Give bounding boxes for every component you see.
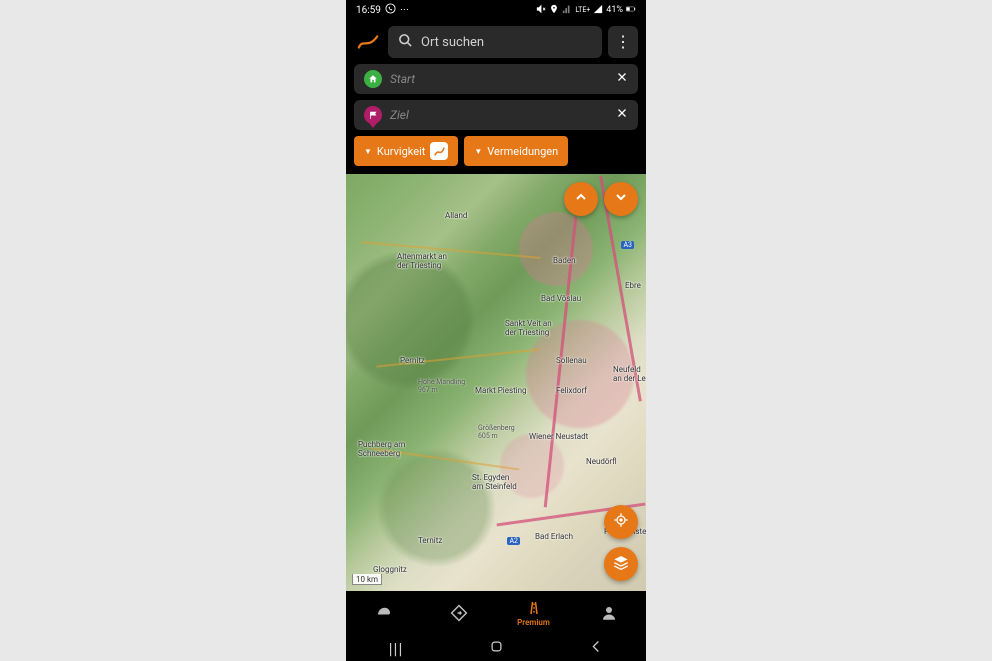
avoidances-label: Vermeidungen [487, 145, 558, 158]
map-city-label: Ebre [625, 282, 641, 291]
map-road [361, 241, 540, 259]
filter-row: ▼ Kurvigkeit ▼ Vermeidungen [346, 136, 646, 174]
user-icon [600, 604, 618, 622]
map-city-label: Alland [445, 212, 467, 221]
back-icon [589, 639, 604, 658]
curviness-dropdown[interactable]: ▼ Kurvigkeit [354, 136, 458, 166]
map-city-label: Wiener Neustadt [529, 433, 588, 442]
app-logo[interactable] [354, 27, 382, 57]
map-city-label: Bad Vöslau [541, 295, 581, 304]
collapse-up-button[interactable] [564, 182, 598, 216]
search-icon [398, 33, 413, 52]
destination-placeholder: Ziel [390, 108, 608, 122]
chevron-down-icon [613, 189, 629, 209]
flag-pin-icon [364, 106, 382, 124]
whatsapp-icon [385, 3, 396, 17]
road-icon [525, 599, 543, 617]
curviness-label: Kurvigkeit [377, 145, 425, 158]
start-placeholder: Start [390, 72, 608, 86]
search-placeholder: Ort suchen [421, 35, 484, 50]
map-city-label: Felixdorf [556, 387, 587, 396]
highway-badge: A2 [507, 537, 520, 545]
map-city-label: Neudörfl [586, 458, 617, 467]
bottom-tab-bar: Premium [346, 591, 646, 635]
map-city-label: Markt Piesting [475, 387, 527, 396]
map-city-label: Altenmarkt ander Triesting [397, 253, 447, 271]
map-city-label: Ternitz [418, 537, 442, 546]
mute-icon [536, 4, 546, 17]
map-city-label: St. Egydenam Steinfeld [472, 474, 517, 492]
top-toolbar: Ort suchen ⋮ [346, 20, 646, 64]
map-scale: 10 km [352, 574, 382, 585]
map-city-label: Neufeldan der Le [613, 366, 646, 384]
tab-premium-label: Premium [517, 618, 550, 627]
tab-navigate[interactable] [421, 604, 496, 622]
crosshair-icon [613, 512, 629, 532]
android-home-button[interactable] [487, 639, 505, 657]
map-layers-button[interactable] [604, 547, 638, 581]
battery-text: 41% [606, 5, 623, 15]
more-menu-button[interactable]: ⋮ [608, 26, 638, 58]
directions-icon [450, 604, 468, 622]
map-mountain-label: Größenberg605 m [478, 424, 515, 440]
destination-input-row[interactable]: Ziel [354, 100, 638, 130]
home-icon [364, 70, 382, 88]
map-city-label: Sollenau [556, 357, 587, 366]
map-canvas[interactable]: Alland Altenmarkt ander Triesting Baden Bad… [346, 174, 646, 591]
layers-icon [613, 554, 629, 574]
network-label: LTE+ [575, 6, 590, 14]
start-input-row[interactable]: Start [354, 64, 638, 94]
search-input[interactable]: Ort suchen [388, 26, 602, 58]
map-city-label: Sankt Veit ander Triesting [505, 320, 552, 338]
phone-frame: 16:59 ⋯ LTE+ 41% [346, 0, 646, 661]
status-time: 16:59 [356, 5, 381, 16]
recent-icon: ||| [389, 639, 404, 658]
home-outline-icon [489, 639, 504, 658]
caret-down-icon: ▼ [364, 147, 372, 156]
android-recent-button[interactable]: ||| [387, 639, 405, 657]
highway-badge: A3 [621, 241, 634, 249]
battery-icon [626, 4, 636, 17]
map-city-label: Baden [553, 257, 576, 266]
tab-premium[interactable]: Premium [496, 599, 571, 627]
clear-start-button[interactable] [616, 71, 628, 87]
helmet-icon [375, 604, 393, 622]
waypoint-panel: Start Ziel [346, 64, 646, 136]
map-city-label: Bad Erlach [535, 533, 573, 542]
map-mountain-label: Hohe Mandling967 m [418, 378, 465, 394]
locate-me-button[interactable] [604, 505, 638, 539]
location-icon [549, 4, 559, 17]
clear-destination-button[interactable] [616, 107, 628, 123]
android-status-bar: 16:59 ⋯ LTE+ 41% [346, 0, 646, 20]
map-city-label: Puchberg amSchneeberg [358, 441, 405, 459]
avoidances-dropdown[interactable]: ▼ Vermeidungen [464, 136, 568, 166]
android-back-button[interactable] [587, 639, 605, 657]
signal-icon [562, 4, 572, 17]
signal-icon-2 [593, 4, 603, 17]
ellipsis-icon: ⋯ [400, 5, 409, 15]
tab-ride[interactable] [346, 604, 421, 622]
map-city-label: Pernitz [400, 357, 425, 366]
curviness-preset-icon [430, 142, 448, 160]
caret-down-icon: ▼ [474, 147, 482, 156]
tab-profile[interactable] [571, 604, 646, 622]
chevron-up-icon [573, 189, 589, 209]
expand-down-button[interactable] [604, 182, 638, 216]
android-nav-bar: ||| [346, 635, 646, 661]
